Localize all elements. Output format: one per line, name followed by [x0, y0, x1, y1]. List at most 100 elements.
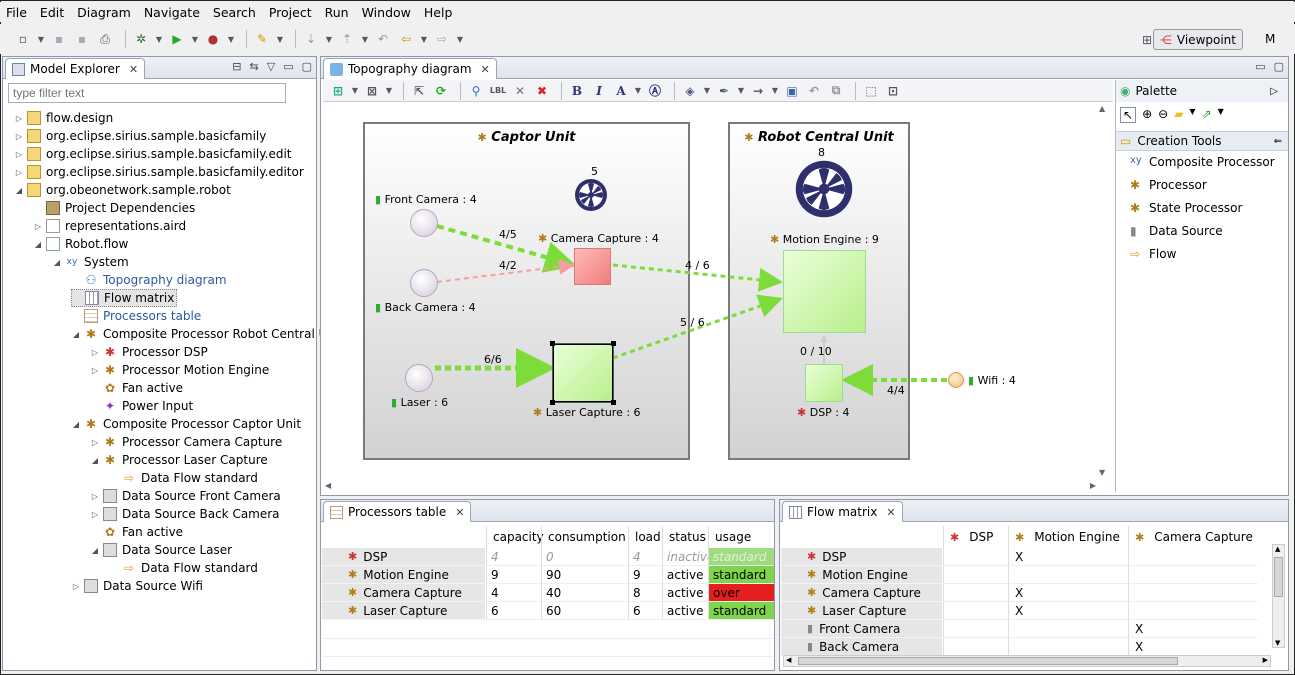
dropdown-icon[interactable]: ▼ — [325, 30, 333, 48]
creation-tools-header[interactable]: ▭ Creation Tools ⇐ — [1116, 131, 1288, 151]
matrix-cell[interactable] — [1128, 548, 1258, 566]
dropdown-icon[interactable]: ▼ — [227, 30, 235, 48]
column-header[interactable]: ✱ Camera Capture — [1128, 526, 1258, 548]
matrix-cell[interactable] — [943, 566, 1008, 584]
table-cell-usage[interactable]: standard — [708, 548, 774, 566]
debug-icon[interactable]: ✲ — [132, 30, 150, 48]
refresh-icon[interactable]: ⟳ — [432, 82, 450, 100]
horizontal-scrollbar[interactable]: ◀ ▶ — [323, 481, 1098, 493]
menu-file[interactable]: File — [6, 5, 27, 20]
scroll-left-icon[interactable]: ◀ — [325, 481, 331, 490]
matrix-cell[interactable]: X — [1008, 548, 1128, 566]
menu-search[interactable]: Search — [213, 5, 256, 20]
tree-item[interactable]: ▷ ✱ Processor DSP — [90, 343, 208, 361]
matrix-cell[interactable] — [943, 602, 1008, 620]
expand-toggle-icon[interactable]: ▷ — [71, 582, 81, 591]
matrix-cell[interactable] — [943, 548, 1008, 566]
column-header[interactable]: ✱ DSP — [943, 526, 1008, 548]
prev-annotation-icon[interactable]: ⇡ — [338, 30, 356, 48]
wifi-node[interactable] — [948, 372, 964, 388]
dropdown-icon[interactable]: ▼ — [420, 30, 428, 48]
table-cell-consumption[interactable]: 0 — [541, 548, 628, 566]
minimize-icon[interactable]: ▭ — [283, 60, 293, 73]
table-cell-load[interactable]: 4 — [628, 548, 662, 566]
brush-icon[interactable]: ✎ — [253, 30, 271, 48]
laser-capture-node[interactable] — [552, 343, 614, 403]
matrix-cell[interactable]: X — [1128, 638, 1258, 656]
dropdown-icon[interactable]: ▼ — [37, 30, 45, 48]
tree-item[interactable]: ⇨ Data Flow standard — [109, 559, 258, 577]
collapse-palette-icon[interactable]: ▷ — [1270, 86, 1278, 97]
collapse-all-icon[interactable]: ⊟ — [232, 60, 241, 73]
print-icon[interactable]: ⎙ — [96, 30, 114, 48]
fill-color-icon[interactable]: ◈ — [681, 82, 699, 100]
zoom-out-icon[interactable]: ⊖ — [1158, 107, 1168, 123]
matrix-cell[interactable]: X — [1128, 620, 1258, 638]
matrix-cell[interactable] — [943, 638, 1008, 656]
vertical-scrollbar[interactable]: ▲ ▼ — [1099, 104, 1111, 477]
scroll-thumb[interactable] — [798, 657, 1178, 665]
tree-item[interactable]: ◢ org.obeonetwork.sample.robot — [14, 181, 231, 199]
table-cell-status[interactable]: active — [662, 566, 708, 584]
menu-window[interactable]: Window — [362, 5, 411, 20]
tree-item[interactable]: ▷ flow.design — [14, 109, 113, 127]
delete-from-model-icon[interactable]: ✖ — [533, 82, 551, 100]
matrix-cell[interactable] — [1128, 566, 1258, 584]
palette-processor[interactable]: ✱ Processor — [1130, 178, 1207, 192]
dropdown-icon[interactable]: ▼ — [191, 30, 199, 48]
zoom-in-icon[interactable]: ⊕ — [1142, 107, 1152, 123]
close-icon[interactable]: ✕ — [455, 506, 464, 519]
dropdown-icon[interactable]: ▼ — [385, 82, 393, 100]
close-icon[interactable]: ✕ — [129, 63, 138, 76]
tree-item[interactable]: ◢ xy System — [52, 253, 129, 271]
back-icon[interactable]: ⇦ — [397, 30, 415, 48]
dropdown-icon[interactable]: ▼ — [155, 30, 163, 48]
table-cell-capacity[interactable]: 4 — [486, 584, 541, 602]
expand-toggle-icon[interactable]: ▷ — [33, 222, 43, 231]
font-dialog-icon[interactable]: Ⓐ — [646, 82, 664, 100]
table-cell-usage[interactable]: standard — [708, 602, 774, 620]
table-cell-load[interactable]: 9 — [628, 566, 662, 584]
selection-handle[interactable] — [550, 400, 555, 405]
scroll-right-icon[interactable]: ▶ — [1090, 481, 1096, 490]
pin-icon[interactable]: ⚲ — [467, 82, 485, 100]
matrix-cell[interactable]: X — [1008, 602, 1128, 620]
hide-label-icon[interactable]: LBL — [489, 82, 507, 100]
selection-handle[interactable] — [611, 341, 616, 346]
palette-composite-processor[interactable]: xy Composite Processor — [1130, 155, 1275, 169]
tab-topography-diagram[interactable]: Topography diagram ✕ — [323, 58, 497, 79]
row-header[interactable]: ✱ Camera Capture — [322, 584, 485, 602]
row-header[interactable]: ▮ Back Camera — [781, 638, 942, 656]
column-header[interactable]: ✱ Motion Engine — [1008, 526, 1128, 548]
table-cell-usage[interactable]: standard — [708, 566, 774, 584]
viewpoint-perspective-button[interactable]: ⋲ Viewpoint — [1152, 29, 1243, 50]
tree-item[interactable]: ▷ Data Source Wifi — [71, 577, 203, 595]
arrange-icon[interactable]: ⊞ — [329, 82, 347, 100]
tab-processors-table[interactable]: Processors table ✕ — [323, 501, 472, 522]
tree-item[interactable]: ⚇ Topography diagram — [71, 271, 227, 289]
filter-input[interactable] — [8, 83, 286, 103]
tree-item[interactable]: Processors table — [71, 307, 201, 325]
dropdown-icon[interactable]: ▼ — [1218, 107, 1224, 123]
matrix-cell[interactable] — [1008, 638, 1128, 656]
row-header[interactable]: ✱ DSP — [322, 548, 485, 566]
expand-toggle-icon[interactable]: ▷ — [14, 168, 24, 177]
table-cell-status[interactable]: active — [662, 584, 708, 602]
column-header[interactable]: capacity — [486, 526, 544, 548]
menu-navigate[interactable]: Navigate — [144, 5, 200, 20]
tree-item[interactable]: ⇨ Data Flow standard — [109, 469, 258, 487]
tree-item[interactable]: ◢ ✱ Composite Processor Robot Central Un — [71, 325, 335, 343]
dropdown-icon[interactable]: ▼ — [456, 30, 464, 48]
perspective-overflow[interactable]: M — [1265, 32, 1275, 46]
dropdown-icon[interactable]: ▼ — [703, 82, 711, 100]
minimize-icon[interactable]: ▭ — [1255, 60, 1265, 73]
next-annotation-icon[interactable]: ⇣ — [302, 30, 320, 48]
selection-handle[interactable] — [550, 341, 555, 346]
tree-item[interactable]: ▷ ✱ Processor Camera Capture — [90, 433, 282, 451]
row-header[interactable]: ✱ Laser Capture — [781, 602, 942, 620]
expand-toggle-icon[interactable]: ◢ — [14, 186, 24, 195]
table-cell-usage[interactable]: over — [708, 584, 774, 602]
expand-toggle-icon[interactable]: ◢ — [71, 420, 81, 429]
tab-flow-matrix[interactable]: Flow matrix ✕ — [782, 501, 903, 522]
bold-icon[interactable]: B — [568, 82, 586, 100]
